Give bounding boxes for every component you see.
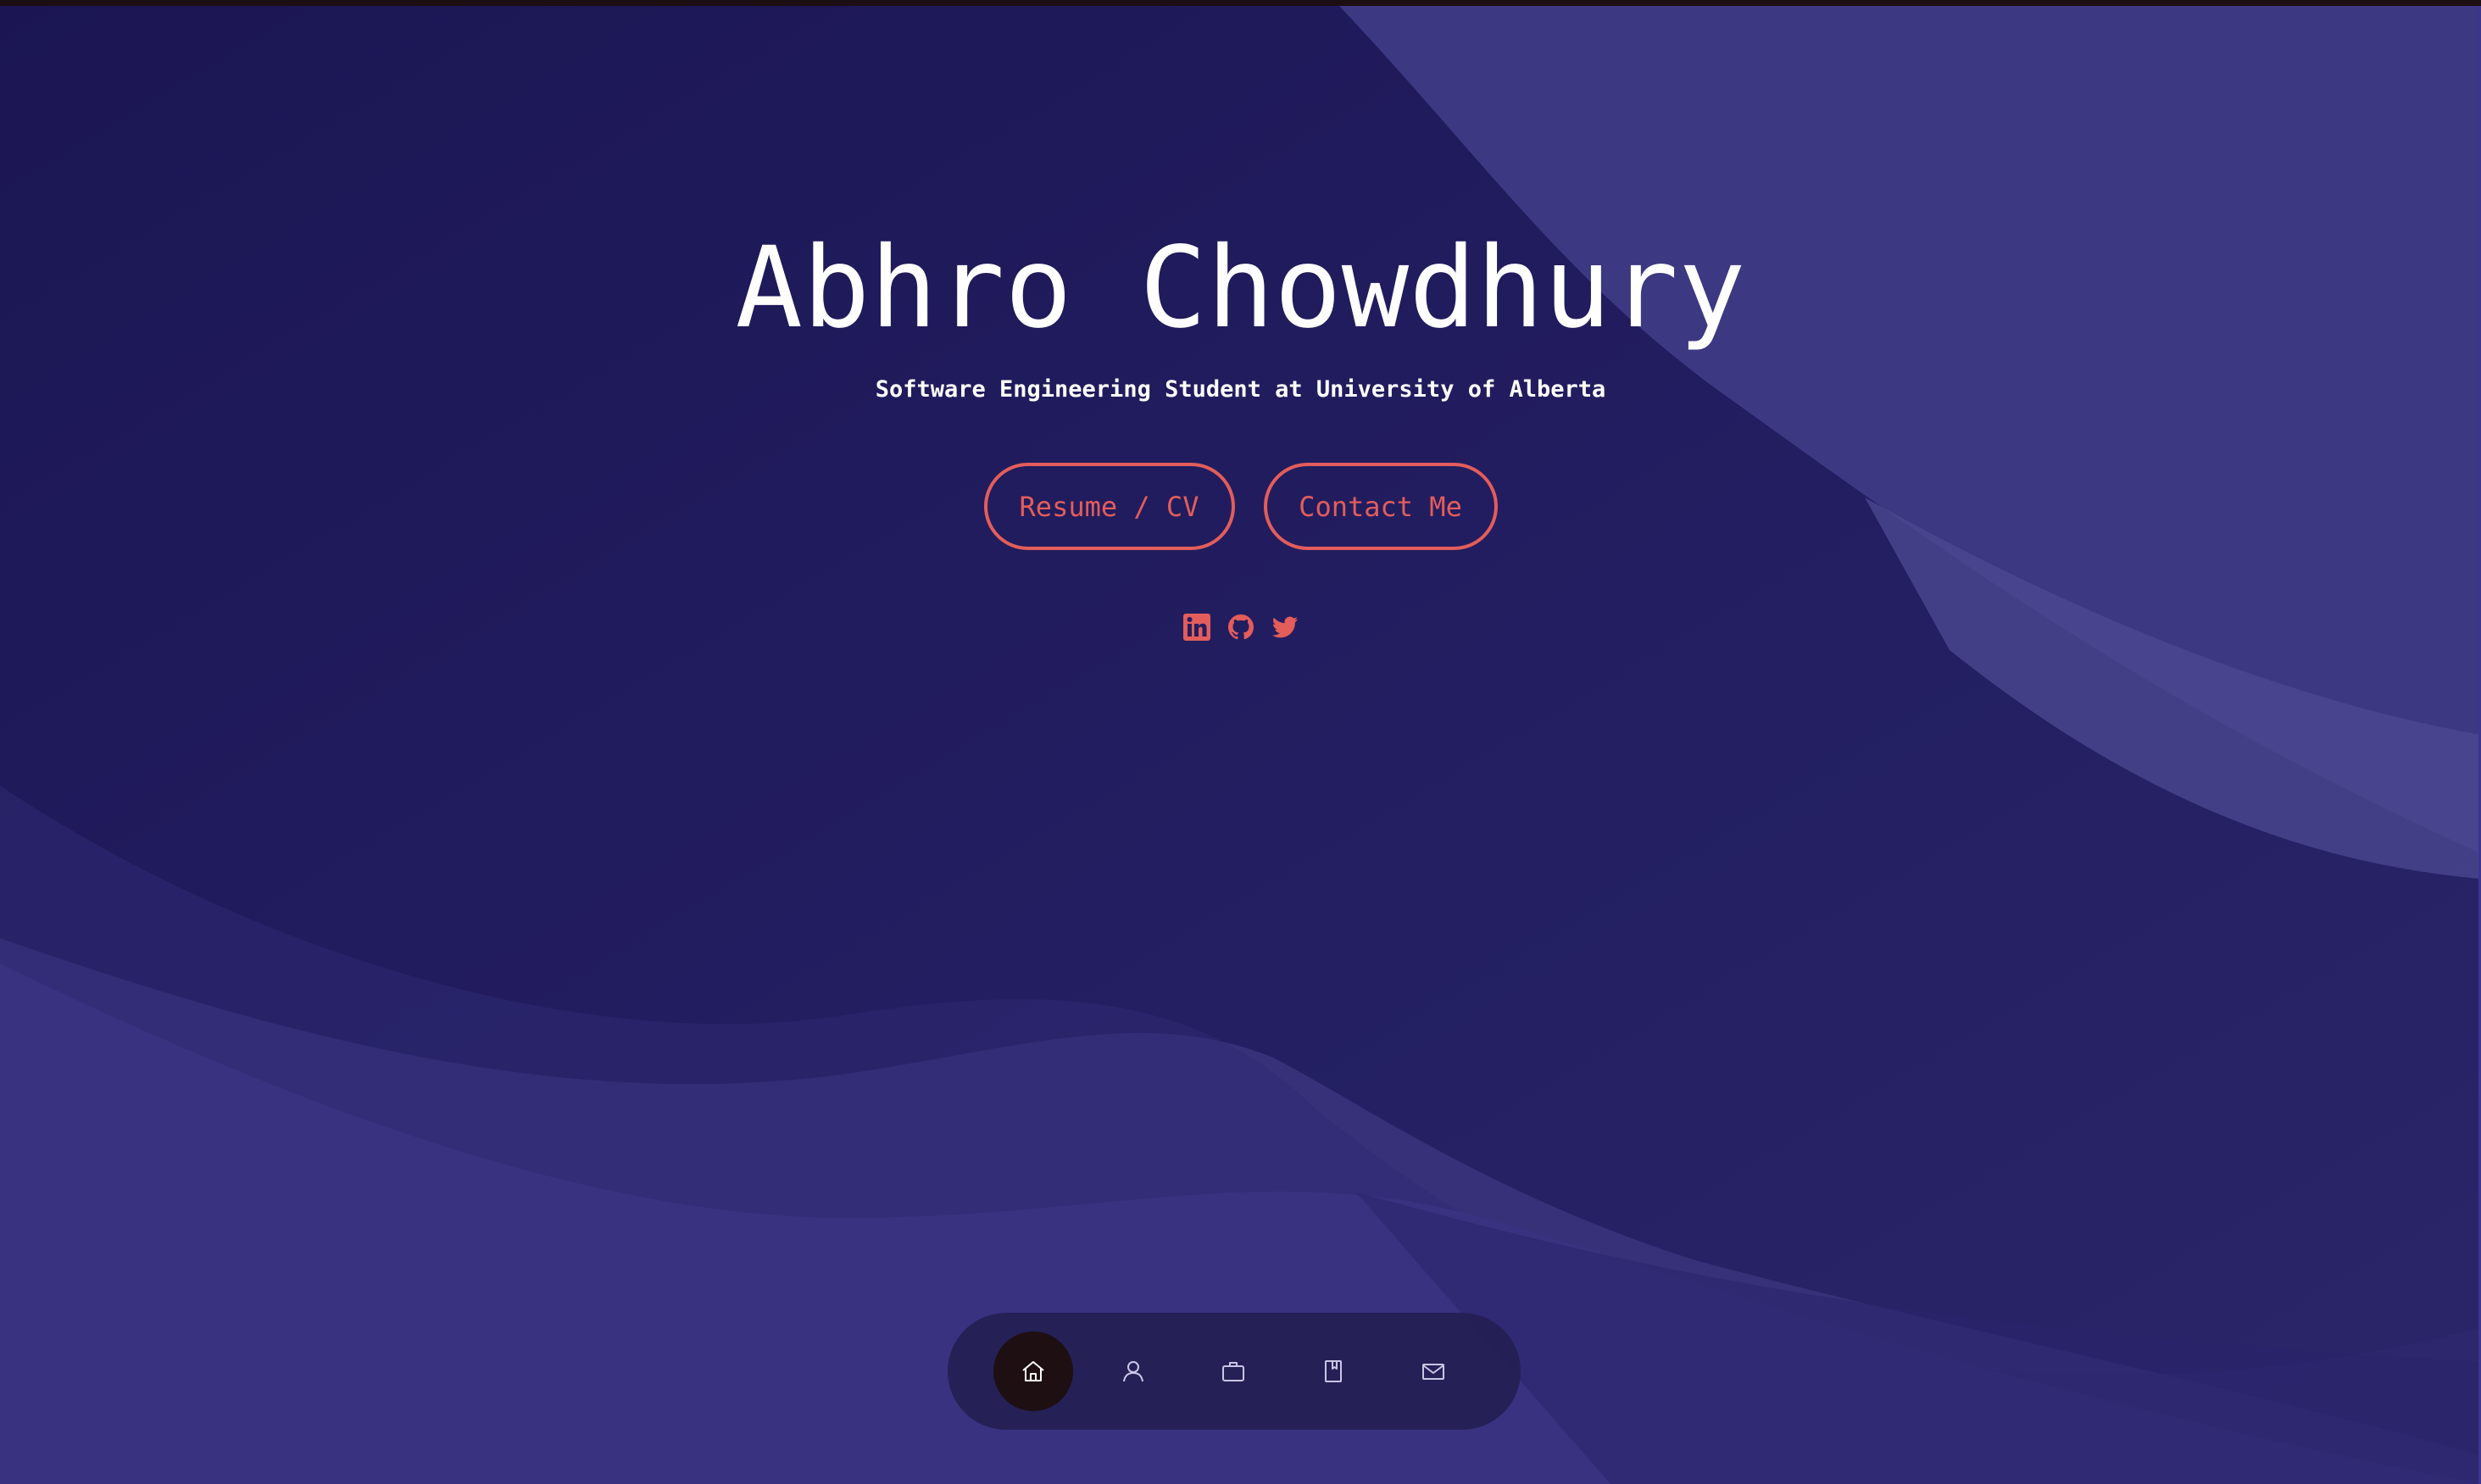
twitter-icon	[1271, 616, 1298, 638]
cta-button-row: Resume / CV Contact Me	[0, 463, 2481, 555]
nav-contact[interactable]	[1393, 1331, 1473, 1411]
browser-top-bar	[0, 0, 2481, 6]
mail-icon	[1422, 1364, 1444, 1380]
hero-subtitle: Software Engineering Student at Universi…	[875, 376, 1606, 403]
resume-button[interactable]: Resume / CV	[983, 463, 1235, 550]
nav-about[interactable]	[1093, 1331, 1173, 1411]
twitter-link[interactable]	[1271, 612, 1299, 642]
nav-projects[interactable]	[1293, 1331, 1373, 1411]
nav-home[interactable]	[993, 1331, 1073, 1411]
briefcase-icon	[1222, 1362, 1244, 1381]
social-links	[0, 612, 2481, 644]
nav-experience[interactable]	[1193, 1331, 1273, 1411]
linkedin-link[interactable]	[1182, 612, 1211, 642]
bottom-nav-dock	[948, 1313, 1521, 1430]
github-icon	[1227, 614, 1254, 640]
github-link[interactable]	[1227, 612, 1255, 642]
contact-button[interactable]: Contact Me	[1263, 463, 1498, 550]
linkedin-icon	[1182, 614, 1210, 641]
hero-name: Abhro Chowdhury	[735, 223, 1746, 353]
user-icon	[1123, 1361, 1143, 1382]
book-icon	[1325, 1360, 1342, 1382]
home-icon	[1022, 1361, 1044, 1381]
